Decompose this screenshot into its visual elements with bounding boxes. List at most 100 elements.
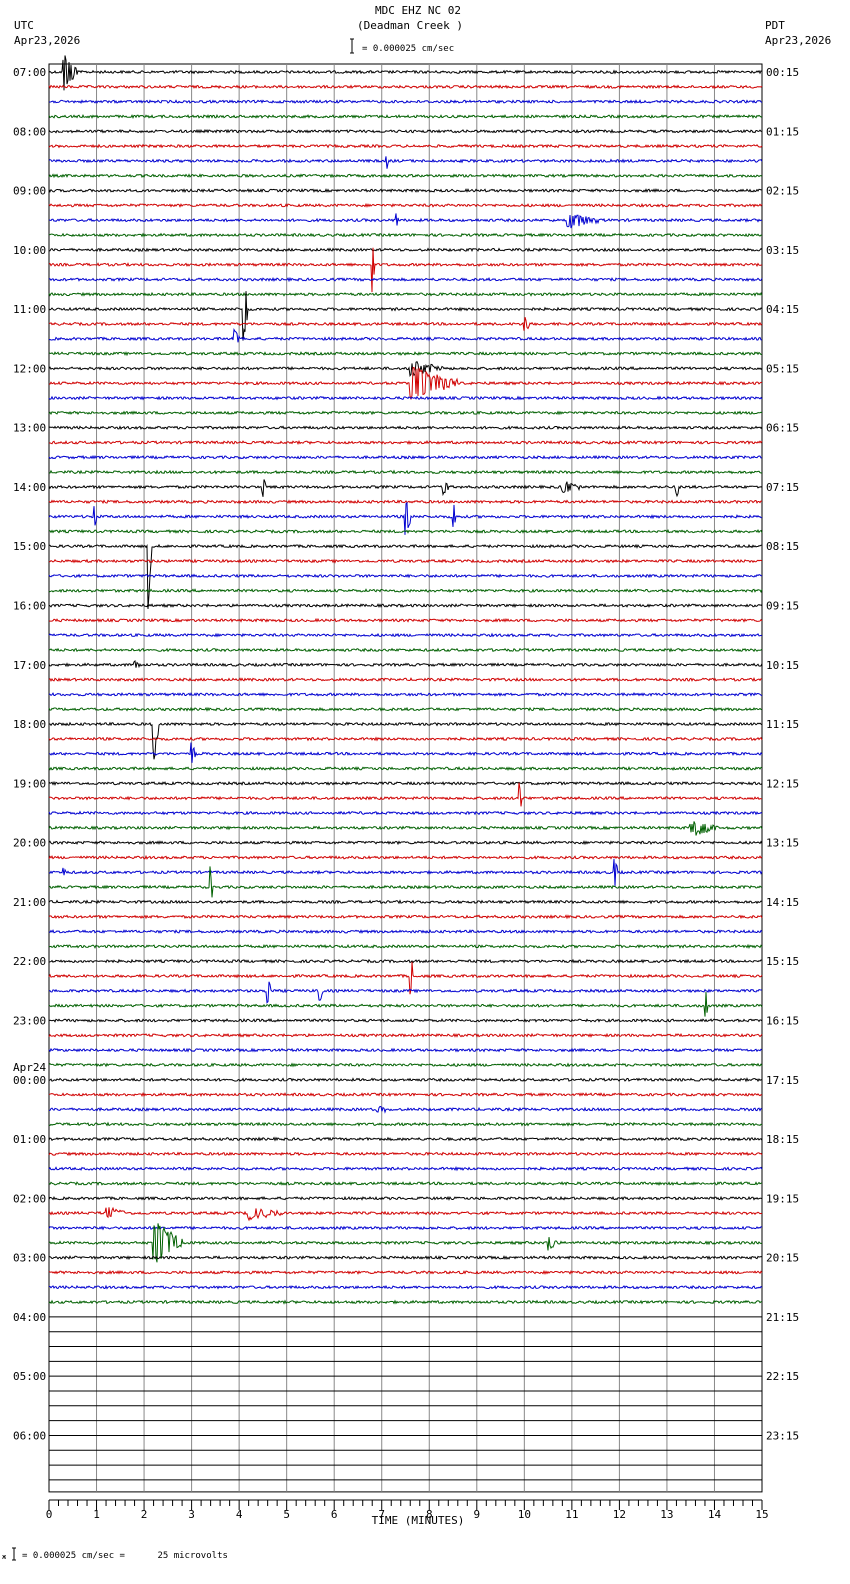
utc-hour-label: 12:00 [13,362,46,375]
plot-frame [48,63,763,1493]
seismic-trace [48,276,763,283]
seismic-trace [48,439,763,446]
footer-scale-bar-icon [12,1547,16,1561]
seismic-trace [48,1269,763,1275]
seismic-trace [48,991,763,1017]
seismic-trace [48,676,763,682]
seismic-trace [48,247,763,253]
local-hour-label: 03:15 [766,244,799,257]
x-tick-label: 0 [46,1508,53,1521]
utc-hour-label: 10:00 [13,244,46,257]
seismic-trace [48,558,763,564]
x-axis-label: TIME (MINUTES) [372,1514,465,1527]
local-hour-label: 08:15 [766,540,799,553]
footer-scale-text: = 0.000025 cm/sec = 25 microvolts [22,1551,228,1561]
seismic-trace [48,1062,763,1068]
seismic-trace [48,202,763,208]
utc-hour-label: 09:00 [13,185,46,198]
local-hour-label: 18:15 [766,1133,799,1146]
seismic-trace [48,943,763,950]
local-hour-label: 22:15 [766,1370,799,1383]
seismic-trace [48,706,763,712]
x-tick-label: 1 [93,1508,100,1521]
seismic-trace [48,858,763,887]
local-hour-label: 11:15 [766,718,799,731]
local-hour-label: 16:15 [766,1014,799,1027]
scale-bar-icon [350,38,354,54]
local-hour-label: 07:15 [766,481,799,494]
utc-hour-label: 01:00 [13,1133,46,1146]
utc-hour-label: 14:00 [13,481,46,494]
seismic-trace [48,981,763,1004]
seismic-trace [48,425,763,431]
utc-hour-label: 21:00 [13,896,46,909]
local-hour-label: 17:15 [766,1074,799,1087]
local-hour-label: 10:15 [766,659,799,672]
seismic-trace [48,660,763,669]
right-timezone: PDT [765,19,785,32]
utc-hour-label: 16:00 [13,600,46,613]
local-hour-label: 19:15 [766,1192,799,1205]
seismic-trace [48,410,763,416]
seismic-trace [48,143,763,149]
seismic-trace [48,961,763,995]
utc-hour-label: 11:00 [13,303,46,316]
local-hour-label: 00:15 [766,66,799,79]
footer-mark: ж [2,1553,7,1561]
seismic-trace [48,1091,763,1098]
utc-hour-label: 06:00 [13,1429,46,1442]
seismic-trace [48,351,763,357]
local-hour-label: 13:15 [766,837,799,850]
seismic-trace [48,479,763,498]
x-tick-label: 15 [755,1508,768,1521]
seismic-trace [48,1136,763,1142]
seismic-trace [48,1225,763,1231]
seismic-trace [48,1299,762,1305]
utc-hour-label: 02:00 [13,1192,46,1205]
utc-hour-label: 17:00 [13,659,46,672]
seismic-trace [48,821,763,836]
local-hour-label: 06:15 [766,422,799,435]
seismic-trace [48,840,763,846]
seismic-trace [48,588,763,594]
x-tick-label: 6 [331,1508,338,1521]
utc-hour-label: 19:00 [13,777,46,790]
seismic-trace [48,1032,763,1038]
utc-hour-label: 03:00 [13,1252,46,1265]
seismic-trace [48,291,763,341]
seismic-trace [48,603,763,609]
seismic-trace [48,84,763,90]
seismic-trace [48,499,763,505]
seismic-trace [49,469,763,475]
x-tick-label: 9 [473,1508,480,1521]
date-change-label: Apr24 [13,1061,46,1074]
scale-text: = 0.000025 cm/sec [362,44,454,54]
utc-hour-label: 07:00 [13,66,46,79]
seismic-trace [49,721,763,760]
seismic-trace [48,113,763,119]
seismic-trace [48,156,763,169]
seismic-trace [48,958,763,964]
seismic-trace [48,316,763,331]
utc-hour-label: 05:00 [13,1370,46,1383]
seismic-trace [48,213,763,229]
seismic-trace [48,1166,763,1172]
x-tick-label: 12 [613,1508,626,1521]
utc-hour-label: 08:00 [13,125,46,138]
utc-hour-label: 13:00 [13,422,46,435]
seismic-trace [48,366,763,400]
seismic-trace [48,1151,763,1157]
seismic-trace [48,55,763,91]
utc-hour-label: 15:00 [13,540,46,553]
seismic-trace [48,395,763,401]
x-tick-label: 2 [141,1508,148,1521]
seismic-trace [48,1018,763,1023]
seismogram-plot: MDC EHZ NC 02 (Deadman Creek ) UTC Apr23… [2,4,831,1561]
seismic-trace [48,692,763,697]
x-tick-label: 14 [708,1508,722,1521]
seismic-trace [48,914,763,920]
local-hour-label: 14:15 [766,896,799,909]
local-hour-label: 09:15 [766,600,799,613]
seismic-trace [48,454,763,460]
local-hour-label: 04:15 [766,303,799,316]
